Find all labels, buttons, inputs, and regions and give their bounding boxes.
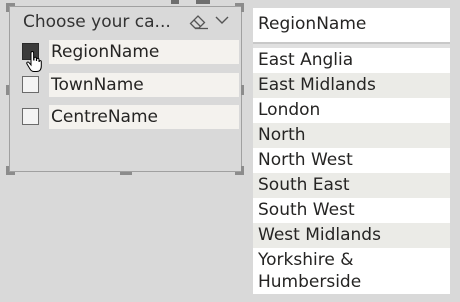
visual-header-icon[interactable]	[171, 0, 179, 4]
table-row[interactable]: North West	[253, 148, 450, 173]
table-row[interactable]: West Midlands	[253, 223, 450, 248]
resize-handle-top-left-v[interactable]	[6, 3, 9, 12]
checkbox[interactable]	[22, 76, 39, 93]
resize-handle-right[interactable]	[241, 85, 244, 95]
slicer-item-label: CentreName	[49, 105, 239, 129]
resize-handle-bottom-right-v[interactable]	[241, 166, 244, 175]
table-row[interactable]: London	[253, 98, 450, 123]
resize-handle-top-right-v[interactable]	[241, 3, 244, 12]
table-row[interactable]: East Anglia	[253, 48, 450, 73]
visual-header-icon[interactable]	[196, 0, 210, 4]
table-row[interactable]: North	[253, 123, 450, 148]
eraser-icon[interactable]	[189, 14, 209, 30]
table-row[interactable]: Yorkshire & Humberside	[253, 248, 450, 294]
table-column-header[interactable]: RegionName	[253, 8, 450, 44]
slicer-item-label: TownName	[49, 73, 239, 97]
chevron-down-icon[interactable]	[214, 13, 230, 27]
checkbox[interactable]	[22, 108, 39, 125]
table-row[interactable]: East Midlands	[253, 73, 450, 98]
resize-handle-bottom-left-v[interactable]	[6, 166, 9, 175]
resize-handle-left[interactable]	[6, 85, 9, 95]
slicer-item-label: RegionName	[49, 40, 239, 64]
resize-handle-bottom[interactable]	[120, 172, 132, 175]
region-table: RegionName East Anglia East Midlands Lon…	[253, 8, 450, 294]
hand-pointer-icon	[26, 51, 42, 72]
table-row[interactable]: South East	[253, 173, 450, 198]
slicer-title: Choose your ca...	[23, 12, 171, 32]
table-row[interactable]: South West	[253, 198, 450, 223]
